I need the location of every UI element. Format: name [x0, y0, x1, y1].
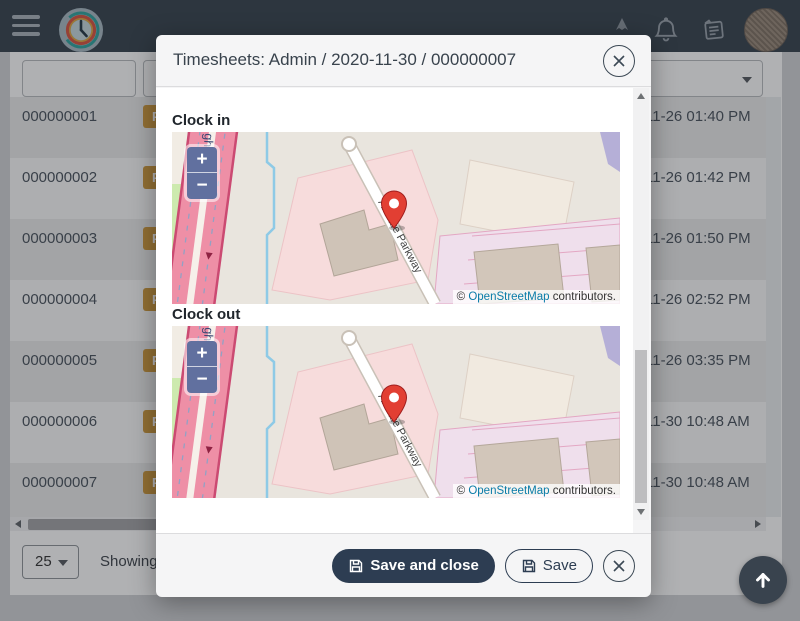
scroll-down-icon[interactable]	[637, 509, 645, 515]
modal-scrollbar[interactable]	[633, 88, 649, 520]
clock-out-map[interactable]: + − © OpenStreetMap contributors.	[172, 326, 620, 498]
arrow-up-icon	[752, 569, 774, 591]
save-button[interactable]: Save	[505, 549, 593, 583]
save-label: Save	[543, 557, 577, 574]
clock-in-label: Clock in	[172, 112, 230, 129]
close-icon	[612, 559, 626, 573]
map-zoom-control: + −	[184, 338, 220, 396]
timesheet-detail-modal: Timesheets: Admin / 2020-11-30 / 0000000…	[156, 35, 651, 597]
save-icon	[348, 558, 364, 574]
scroll-to-top-button[interactable]	[739, 556, 787, 604]
save-and-close-button[interactable]: Save and close	[332, 549, 494, 583]
clock-in-map[interactable]: + − © OpenStreetMap contributors.	[172, 132, 620, 304]
modal-title: Timesheets: Admin / 2020-11-30 / 0000000…	[173, 50, 516, 70]
modal-body: Clock in + − © OpenStreetMap contributor…	[156, 88, 633, 533]
close-icon	[612, 54, 626, 68]
map-attribution: © OpenStreetMap contributors.	[453, 484, 620, 498]
map-attribution: © OpenStreetMap contributors.	[453, 290, 620, 304]
map-marker-icon	[380, 190, 408, 231]
zoom-out-button[interactable]: −	[187, 367, 217, 393]
map-zoom-control: + −	[184, 144, 220, 202]
save-icon	[521, 558, 537, 574]
openstreetmap-link[interactable]: OpenStreetMap	[468, 291, 549, 303]
modal-close-button[interactable]	[603, 45, 635, 77]
zoom-in-button[interactable]: +	[187, 341, 217, 367]
openstreetmap-link[interactable]: OpenStreetMap	[468, 485, 549, 497]
save-and-close-label: Save and close	[370, 557, 478, 574]
clock-out-label: Clock out	[172, 306, 240, 323]
zoom-out-button[interactable]: −	[187, 173, 217, 199]
map-marker-icon	[380, 384, 408, 425]
scroll-up-icon[interactable]	[637, 93, 645, 99]
footer-close-button[interactable]	[603, 550, 635, 582]
zoom-in-button[interactable]: +	[187, 147, 217, 173]
modal-header: Timesheets: Admin / 2020-11-30 / 0000000…	[156, 35, 651, 87]
modal-footer: Save and close Save	[156, 533, 651, 597]
modal-scroll-thumb[interactable]	[635, 350, 647, 503]
